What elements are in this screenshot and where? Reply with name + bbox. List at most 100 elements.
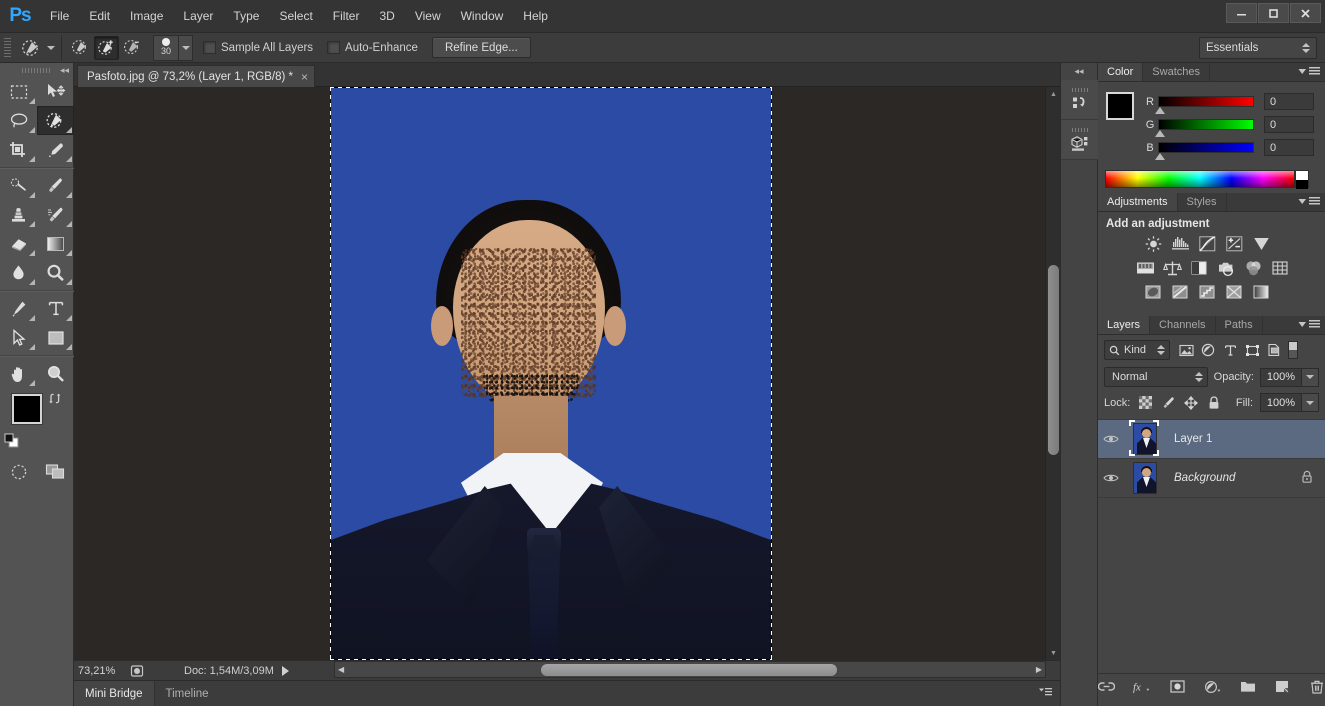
maximize-button[interactable]: [1258, 3, 1289, 23]
menu-filter[interactable]: Filter: [323, 0, 370, 33]
tab-channels[interactable]: Channels: [1150, 316, 1216, 334]
red-value[interactable]: 0: [1264, 93, 1314, 110]
horizontal-type-tool[interactable]: [37, 294, 74, 323]
vibrance-icon[interactable]: [1250, 234, 1272, 254]
history-panel-icon[interactable]: [1061, 80, 1099, 120]
menu-select[interactable]: Select: [269, 0, 322, 33]
add-layer-mask-icon[interactable]: [1169, 678, 1186, 696]
black-white-icon[interactable]: [1188, 258, 1210, 278]
scroll-down-icon[interactable]: ▼: [1046, 646, 1061, 660]
tab-color[interactable]: Color: [1098, 63, 1144, 81]
blue-value[interactable]: 0: [1264, 139, 1314, 156]
pen-tool[interactable]: [0, 294, 37, 323]
3d-panel-icon[interactable]: [1061, 120, 1099, 160]
spot-healing-brush-tool[interactable]: [0, 171, 37, 200]
brush-size-picker[interactable]: 30: [153, 34, 179, 61]
document-image[interactable]: [331, 88, 771, 660]
menu-type[interactable]: Type: [223, 0, 269, 33]
add-layer-style-icon[interactable]: fx: [1133, 678, 1151, 696]
crop-tool[interactable]: [0, 135, 37, 164]
adjustments-panel-menu-icon[interactable]: [1298, 197, 1320, 206]
document-tab[interactable]: Pasfoto.jpg @ 73,2% (Layer 1, RGB/8) * ×: [77, 65, 316, 87]
smart-object-filter-icon[interactable]: [1264, 340, 1284, 360]
filter-kind-select[interactable]: Kind: [1104, 340, 1170, 360]
menu-image[interactable]: Image: [120, 0, 173, 33]
auto-enhance-checkbox-row[interactable]: Auto-Enhance: [327, 41, 418, 54]
posterize-icon[interactable]: [1169, 282, 1191, 302]
fill-chevron-icon[interactable]: [1302, 393, 1319, 412]
close-document-icon[interactable]: ×: [301, 71, 308, 83]
tools-panel-grip[interactable]: ◂◂: [0, 63, 73, 77]
rectangular-marquee-tool[interactable]: [0, 77, 37, 106]
menu-layer[interactable]: Layer: [173, 0, 223, 33]
edit-in-quick-mask-mode-button[interactable]: [0, 458, 37, 486]
color-spectrum-ramp[interactable]: [1105, 170, 1295, 188]
lasso-tool[interactable]: [0, 106, 37, 135]
scroll-left-icon[interactable]: ◀: [338, 665, 344, 674]
change-screen-mode-button[interactable]: [37, 458, 74, 486]
new-layer-icon[interactable]: [1274, 678, 1291, 696]
tab-timeline[interactable]: Timeline: [155, 681, 220, 706]
options-bar-grip[interactable]: [4, 37, 11, 58]
delete-layer-icon[interactable]: [1309, 678, 1325, 696]
collapse-tools-icon[interactable]: ◂◂: [60, 65, 69, 76]
menu-help[interactable]: Help: [513, 0, 558, 33]
canvas-horizontal-scrollbar[interactable]: ◀ ▶: [334, 661, 1046, 678]
canvas-vertical-scrollbar[interactable]: ▲ ▼: [1045, 87, 1060, 660]
layer-name-background[interactable]: Background: [1166, 472, 1301, 484]
tab-layers[interactable]: Layers: [1098, 316, 1151, 334]
document-info-icon[interactable]: [128, 662, 146, 680]
red-slider-thumb[interactable]: [1155, 107, 1165, 114]
tab-mini-bridge[interactable]: Mini Bridge: [74, 680, 155, 706]
horizontal-scroll-thumb[interactable]: [541, 664, 837, 676]
shape-layer-filter-icon[interactable]: [1242, 340, 1262, 360]
canvas-area[interactable]: [74, 87, 1060, 660]
channel-mixer-icon[interactable]: [1242, 258, 1264, 278]
fill-value[interactable]: 100%: [1260, 393, 1302, 412]
layer-visibility-toggle-layer-1[interactable]: [1098, 433, 1124, 445]
vertical-scroll-thumb[interactable]: [1048, 265, 1059, 455]
green-slider[interactable]: [1155, 119, 1254, 137]
green-value[interactable]: 0: [1264, 116, 1314, 133]
pixel-layer-filter-icon[interactable]: [1176, 340, 1196, 360]
photo-filter-icon[interactable]: [1215, 258, 1237, 278]
green-slider-thumb[interactable]: [1155, 130, 1165, 137]
invert-icon[interactable]: [1142, 282, 1164, 302]
color-balance-icon[interactable]: [1161, 258, 1183, 278]
eraser-tool[interactable]: [0, 229, 37, 258]
brightness-contrast-icon[interactable]: [1142, 234, 1164, 254]
selective-color-icon[interactable]: [1223, 282, 1245, 302]
auto-enhance-checkbox[interactable]: [327, 41, 341, 54]
blue-slider[interactable]: [1155, 142, 1254, 160]
tab-swatches[interactable]: Swatches: [1143, 63, 1210, 81]
new-selection-button[interactable]: [68, 36, 93, 60]
black-white-ramp-swatch[interactable]: [1295, 170, 1309, 189]
default-colors-icon[interactable]: [4, 433, 20, 452]
color-panel-foreground-swatch[interactable]: [1106, 92, 1134, 120]
brush-options-chevron-icon[interactable]: [179, 34, 193, 61]
gradient-map-icon[interactable]: [1250, 282, 1272, 302]
move-tool[interactable]: [37, 77, 74, 106]
subtract-from-selection-button[interactable]: [120, 36, 145, 60]
minimize-button[interactable]: [1226, 3, 1257, 23]
tool-preset-picker[interactable]: [16, 34, 62, 61]
lock-all-icon[interactable]: [1206, 395, 1222, 411]
brush-tool[interactable]: [37, 171, 74, 200]
path-selection-tool[interactable]: [0, 323, 37, 352]
blue-slider-thumb[interactable]: [1155, 153, 1165, 160]
blend-mode-select[interactable]: Normal: [1104, 367, 1208, 387]
menu-view[interactable]: View: [405, 0, 451, 33]
expand-dock-icon[interactable]: ◂◂: [1061, 63, 1097, 80]
zoom-level-field[interactable]: 73,21%: [74, 662, 128, 680]
layers-panel-menu-icon[interactable]: [1298, 320, 1320, 329]
rectangle-tool[interactable]: [37, 323, 74, 352]
layer-thumbnail-cell-layer-1[interactable]: [1124, 420, 1166, 456]
bottom-panel-menu-icon[interactable]: [1039, 687, 1052, 700]
blur-tool[interactable]: [0, 258, 37, 287]
lock-position-icon[interactable]: [1183, 395, 1199, 411]
swap-colors-icon[interactable]: [48, 392, 62, 408]
menu-window[interactable]: Window: [451, 0, 514, 33]
history-brush-tool[interactable]: [37, 200, 74, 229]
levels-icon[interactable]: [1169, 234, 1191, 254]
exposure-icon[interactable]: [1223, 234, 1245, 254]
